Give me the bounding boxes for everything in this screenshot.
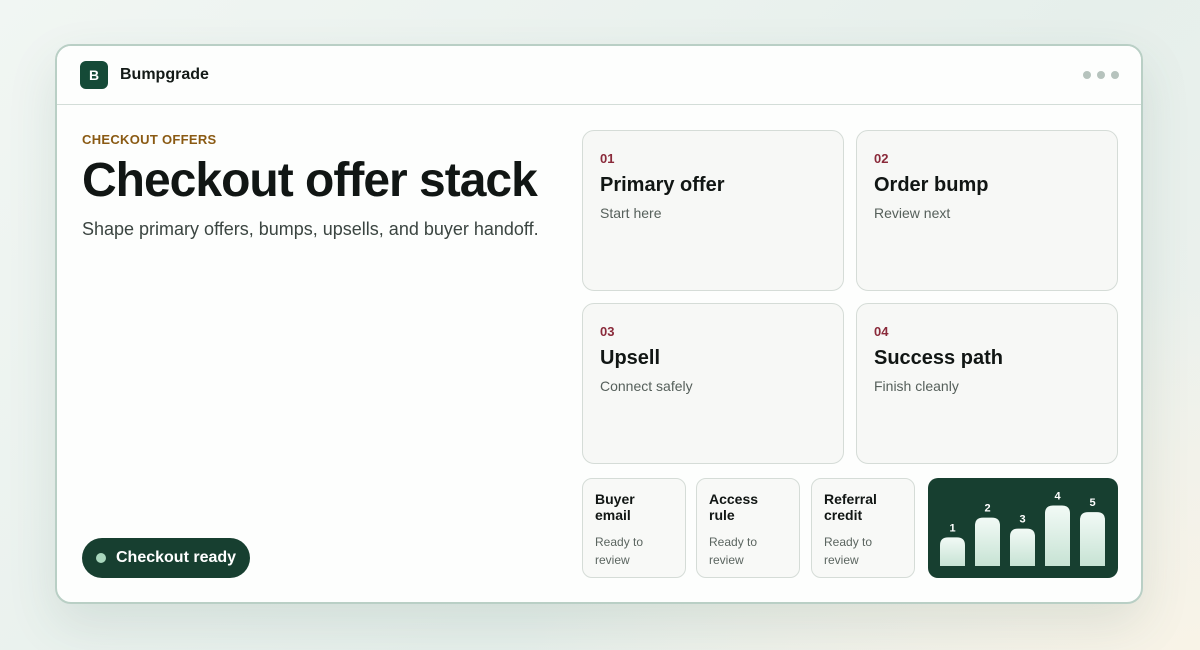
progress-chart: 1 2 3 4 5 xyxy=(928,478,1118,578)
chart-bar xyxy=(975,517,1000,566)
chart-bar xyxy=(1080,512,1105,566)
step-subtitle: Start here xyxy=(600,205,662,221)
chart-bar xyxy=(1010,528,1035,566)
step-subtitle: Connect safely xyxy=(600,378,693,394)
top-bar: B Bumpgrade xyxy=(57,46,1141,105)
chart-bar xyxy=(940,537,965,566)
status-label: Checkout ready xyxy=(116,549,237,566)
step-title: Upsell xyxy=(600,347,661,369)
step-subtitle: Finish cleanly xyxy=(874,378,959,394)
more-dot-icon xyxy=(1111,71,1119,79)
page-subtitle: Shape primary offers, bumps, upsells, an… xyxy=(82,219,539,239)
chart-bar-label: 2 xyxy=(984,503,990,515)
more-dot-icon xyxy=(1097,71,1105,79)
step-card-order-bump[interactable]: 02 Order bump Review next xyxy=(856,130,1118,291)
app-name: Bumpgrade xyxy=(120,66,209,83)
check-status: Ready to review xyxy=(709,535,758,567)
step-title: Success path xyxy=(874,347,1003,369)
check-card-access-rule[interactable]: Access rule Ready to review xyxy=(696,478,800,578)
more-menu-button[interactable] xyxy=(1083,71,1119,79)
check-card-referral-credit[interactable]: Referral credit Ready to review xyxy=(811,478,915,578)
chart-bar-label: 1 xyxy=(949,522,955,534)
checkout-ready-button[interactable]: Checkout ready xyxy=(82,538,251,578)
chart-bar xyxy=(1045,505,1070,566)
check-status: Ready to review xyxy=(824,535,873,567)
step-card-success-path[interactable]: 04 Success path Finish cleanly xyxy=(856,303,1118,464)
check-title: Referral credit xyxy=(824,491,877,523)
eyebrow-label: CHECKOUT OFFERS xyxy=(82,132,217,147)
bar-chart-svg: 1 2 3 4 5 xyxy=(940,491,1105,566)
step-number: 04 xyxy=(874,324,889,339)
step-card-upsell[interactable]: 03 Upsell Connect safely xyxy=(582,303,844,464)
chart-bar-label: 3 xyxy=(1019,514,1025,526)
chart-bar-label: 4 xyxy=(1054,491,1061,503)
page-title: Checkout offer stack xyxy=(82,154,538,207)
step-title: Primary offer xyxy=(600,174,725,196)
hero-section: CHECKOUT OFFERS Checkout offer stack Sha… xyxy=(82,132,562,240)
check-card-buyer-email[interactable]: Buyer email Ready to review xyxy=(582,478,686,578)
step-number: 03 xyxy=(600,324,615,339)
app-logo: B xyxy=(80,61,108,89)
app-window: B Bumpgrade CHECKOUT OFFERS Checkout off… xyxy=(55,44,1143,604)
check-title: Access rule xyxy=(709,491,759,523)
check-title: Buyer email xyxy=(595,491,635,523)
more-dot-icon xyxy=(1083,71,1091,79)
check-status: Ready to review xyxy=(595,535,644,567)
status-dot-icon xyxy=(96,553,106,563)
step-number: 02 xyxy=(874,151,889,166)
step-card-primary-offer[interactable]: 01 Primary offer Start here xyxy=(582,130,844,291)
step-subtitle: Review next xyxy=(874,205,951,221)
step-number: 01 xyxy=(600,151,615,166)
chart-bar-label: 5 xyxy=(1089,497,1095,509)
step-title: Order bump xyxy=(874,174,989,196)
